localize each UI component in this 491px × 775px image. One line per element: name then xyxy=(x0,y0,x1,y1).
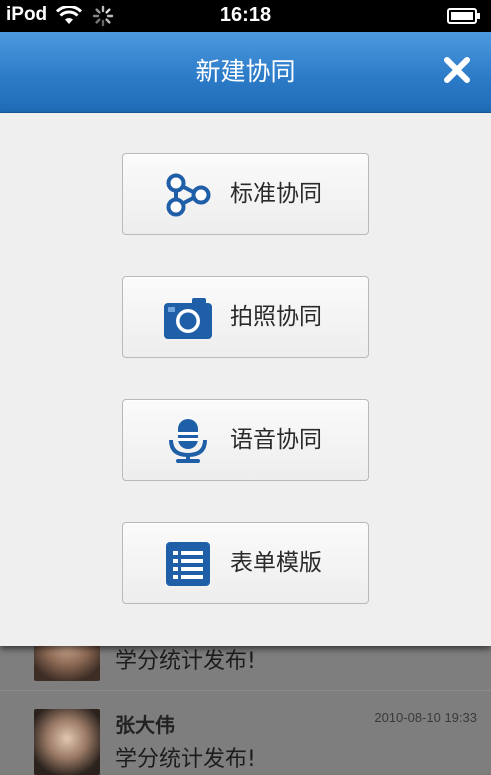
close-button[interactable] xyxy=(435,50,479,94)
list-item-name: 张大伟 xyxy=(115,713,175,737)
battery-icon xyxy=(447,8,481,28)
list-item-date: 2010-08-10 19:33 xyxy=(374,710,477,725)
standard-collaboration-button[interactable]: 标准协同 xyxy=(122,153,369,235)
close-icon xyxy=(443,56,471,88)
new-collaboration-sheet: 标准协同 拍照协同 语音协同 表单模版 xyxy=(0,113,491,646)
list-item-message: 学分统计发布! xyxy=(115,747,256,772)
list-item: 张大伟 2010-08-10 19:33 学分统计发布! xyxy=(0,690,491,775)
clock: 16:18 xyxy=(219,4,272,26)
page-title: 新建协同 xyxy=(195,57,296,86)
form-list-icon xyxy=(163,541,213,587)
modal-header: 新建协同 xyxy=(0,32,491,113)
microphone-icon xyxy=(163,418,213,464)
list-item-message: 学分统计发布! xyxy=(115,649,256,674)
option-label: 拍照协同 xyxy=(230,304,322,330)
option-label: 语音协同 xyxy=(230,427,322,453)
form-template-button[interactable]: 表单模版 xyxy=(122,522,369,604)
photo-collaboration-button[interactable]: 拍照协同 xyxy=(122,276,369,358)
option-label: 表单模版 xyxy=(230,550,322,576)
status-bar: iPod 16:18 xyxy=(0,0,491,32)
avatar xyxy=(34,709,100,775)
voice-collaboration-button[interactable]: 语音协同 xyxy=(122,399,369,481)
camera-icon xyxy=(163,295,213,341)
option-label: 标准协同 xyxy=(230,181,322,207)
workflow-nodes-icon xyxy=(163,172,213,218)
